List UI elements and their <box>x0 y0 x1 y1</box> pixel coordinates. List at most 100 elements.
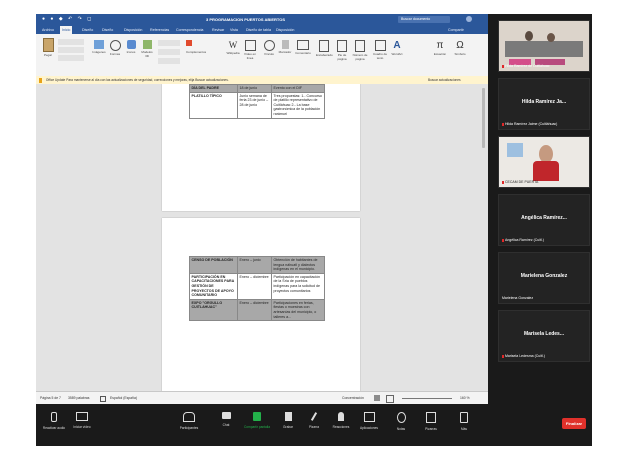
whiteboard-icon <box>426 412 436 423</box>
screen: ● ● ◆ ↶ ↷ ◻ 3 PROGRAMACION PUERTOS ABIER… <box>36 14 592 446</box>
end-meeting-button[interactable]: Finalizar <box>562 418 586 429</box>
cube-icon <box>142 40 152 49</box>
activity-table-1: DÍA DEL PADRE 18 de junio Evento con el … <box>189 84 325 119</box>
link-button[interactable]: Vínculo <box>262 40 276 56</box>
paste-options <box>58 39 84 63</box>
table-row: PARTICIPACIÓN EN CAPACITACIONES PARA GES… <box>189 272 325 300</box>
tab-diseno[interactable]: Diseño <box>80 26 95 34</box>
document-canvas[interactable]: DÍA DEL PADRE 18 de junio Evento con el … <box>36 84 488 391</box>
bookmark-button[interactable]: Marcador <box>278 40 292 54</box>
share-button[interactable]: Compartir <box>446 26 466 34</box>
unmute-button[interactable]: Reactivar audio <box>42 412 66 430</box>
proofing-icon[interactable] <box>100 396 106 402</box>
participant-tile[interactable]: Marielena Gonzalez Marielena Gonzalez <box>498 252 590 304</box>
images-button[interactable]: Imágenes <box>92 40 106 54</box>
wordart-icon: A <box>393 40 401 51</box>
chat-button[interactable]: Chat <box>216 412 236 427</box>
tab-diseno-tabla[interactable]: Diseño de tabla <box>244 26 273 34</box>
quick-access-toolbar[interactable]: ● ● ◆ ↶ ↷ ◻ <box>42 16 93 22</box>
status-bar: Página 5 de 7 3589 palabras Español (Esp… <box>36 391 488 405</box>
tab-referencias[interactable]: Referencias <box>148 26 171 34</box>
pi-icon: π <box>436 40 444 51</box>
wikipedia-icon: W <box>228 40 238 50</box>
apps-button[interactable]: Aplicaciones <box>354 412 384 430</box>
print-layout-icon[interactable] <box>374 395 380 401</box>
omega-icon: Ω <box>456 40 464 51</box>
participant-tile[interactable]: Marisela Ledes... Marisela Ledesma (Cuit… <box>498 310 590 362</box>
addins-button[interactable]: Complementos <box>186 40 220 54</box>
image-icon <box>94 40 104 49</box>
vertical-scrollbar[interactable] <box>482 88 485 148</box>
share-screen-icon <box>253 412 261 421</box>
link-icon <box>263 40 275 51</box>
check-updates-button[interactable]: Buscar actualizaciones <box>428 76 461 84</box>
table-row: PLATILLO TÍPICO Junio semana de feria 23… <box>189 91 325 119</box>
participant-video-tile[interactable]: Hilda Ramírez de Cuitláhuac <box>498 20 590 72</box>
notes-button[interactable]: Notas <box>388 412 414 431</box>
icons-button[interactable]: Iconos <box>124 40 138 54</box>
textbox-button[interactable]: Cuadro de texto <box>372 40 388 60</box>
record-button[interactable]: Grabar <box>278 412 298 429</box>
shapes-button[interactable]: Formas <box>108 40 122 56</box>
tab-archivo[interactable]: Archivo <box>40 26 56 34</box>
profile-icon[interactable] <box>466 16 472 22</box>
header-button[interactable]: Encabezado <box>316 40 333 57</box>
tab-revisar[interactable]: Revisar <box>210 26 226 34</box>
smartart-group <box>158 40 180 64</box>
update-message: Office Update Para mantenerse al día con… <box>45 78 229 82</box>
video-button[interactable]: Vídeo en línea <box>242 40 258 60</box>
symbol-button[interactable]: Ω Símbolo <box>452 40 468 56</box>
models-3d-button[interactable]: Modelos 3D <box>140 40 154 58</box>
muted-mic-icon <box>51 412 57 422</box>
whiteboards-button[interactable]: Pizarras <box>420 412 442 431</box>
clipboard-icon <box>42 38 54 52</box>
footer-icon <box>337 40 347 52</box>
tab-inicio[interactable]: Inicio <box>60 26 73 34</box>
participant-tile[interactable]: Angélica Ramírez... Angélica Ramírez (Cu… <box>498 194 590 246</box>
wikipedia-button[interactable]: W Wikipedia <box>226 40 240 55</box>
tab-disposicion-tabla[interactable]: Disposición <box>274 26 296 34</box>
language-label[interactable]: Español (España) <box>110 396 137 400</box>
warning-icon <box>39 77 42 83</box>
header-icon <box>319 40 329 52</box>
paste-button[interactable]: Pegar <box>40 38 56 57</box>
tab-vista[interactable]: Vista <box>228 26 240 34</box>
page-count[interactable]: Página 5 de 7 <box>40 396 61 400</box>
page-number-button[interactable]: Número de página <box>352 40 368 61</box>
store-icon <box>186 40 192 46</box>
search-input[interactable]: Buscar documento <box>398 16 450 23</box>
muted-mic-icon <box>502 354 504 358</box>
reactions-button[interactable]: Reacciones <box>330 412 352 429</box>
equation-button[interactable]: π Ecuación <box>432 40 448 56</box>
more-button[interactable]: Más <box>456 412 472 431</box>
start-video-button[interactable]: Iniciar vídeo <box>70 412 94 429</box>
title-bar: ● ● ◆ ↶ ↷ ◻ 3 PROGRAMACION PUERTOS ABIER… <box>36 14 488 25</box>
zoom-level[interactable]: 160 % <box>460 396 470 400</box>
comment-button[interactable]: Comentario <box>294 40 312 55</box>
participants-button[interactable]: Participantes <box>176 412 202 430</box>
shapes-icon <box>109 40 121 51</box>
muted-mic-icon <box>502 238 504 242</box>
participant-video-tile[interactable]: CECAM DE PUERTA <box>498 136 590 188</box>
tab-disposicion[interactable]: Disposición <box>122 26 144 34</box>
video-off-icon <box>76 412 88 421</box>
participants-panel: Hilda Ramírez de Cuitláhuac Hilda Ramíre… <box>488 14 592 404</box>
zoom-slider[interactable] <box>402 398 452 399</box>
participant-name: Angélica Ramírez... <box>521 215 567 221</box>
participant-tile[interactable]: Hilda Ramírez Ja... Hilda Ramírez Jaime … <box>498 78 590 130</box>
ribbon: Pegar Imágenes Formas Iconos Modelos 3D … <box>36 34 488 77</box>
muted-mic-icon <box>502 122 504 126</box>
wordart-button[interactable]: A WordArt <box>390 40 404 56</box>
word-count[interactable]: 3589 palabras <box>68 396 90 400</box>
participant-name: Marielena Gonzalez <box>520 273 568 279</box>
share-screen-button[interactable]: Compartir pantalla <box>242 412 272 429</box>
muted-mic-icon <box>502 64 504 68</box>
table-row: CENSO DE POBLACIÓN Enero – junio Obtenci… <box>189 256 325 274</box>
focus-button[interactable]: Concentración <box>342 396 364 400</box>
whiteboard-button[interactable]: Pizarra <box>302 412 326 429</box>
tab-diseno-2[interactable]: Diseño <box>100 26 115 34</box>
pencil-icon <box>310 412 318 421</box>
tab-correspondencia[interactable]: Correspondencia <box>174 26 205 34</box>
footer-button[interactable]: Pie de página <box>334 40 350 61</box>
web-layout-icon[interactable] <box>386 395 394 403</box>
